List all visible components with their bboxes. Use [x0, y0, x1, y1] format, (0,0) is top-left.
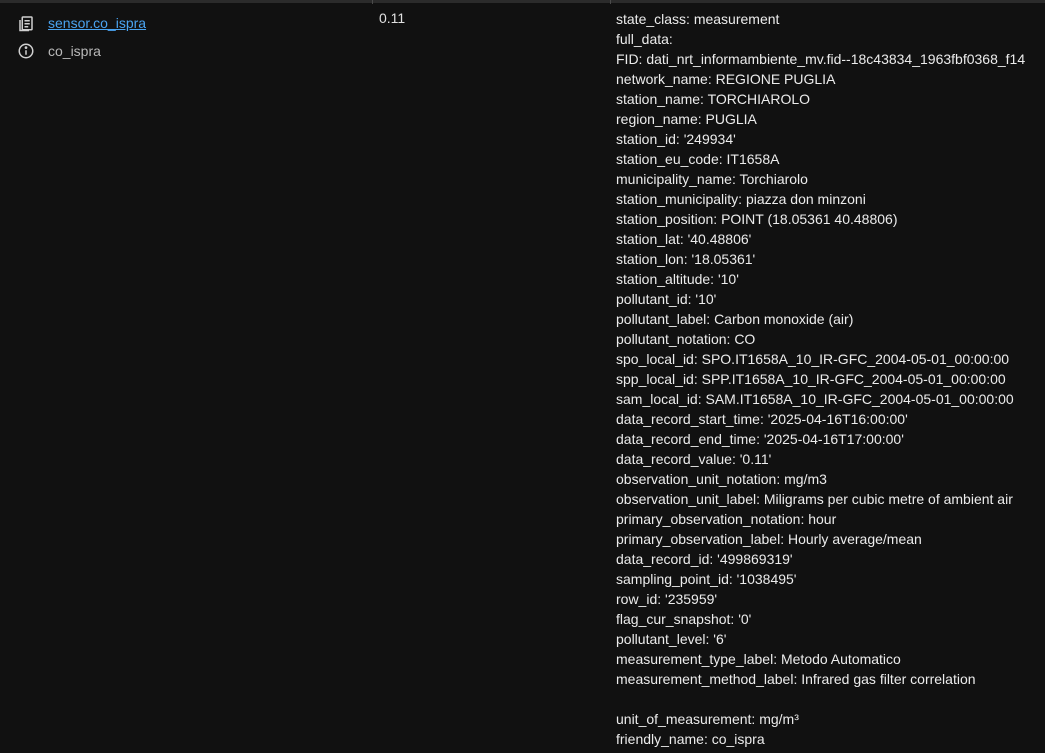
attribute-line: sam_local_id: SAM.IT1658A_10_IR-GFC_2004…	[616, 391, 1014, 407]
information-outline-icon[interactable]	[16, 41, 36, 61]
attribute-line: data_record_id: '499869319'	[616, 551, 793, 567]
friendly-name-row: co_ispra	[16, 40, 356, 62]
attribute-line: pollutant_level: '6'	[616, 631, 727, 647]
attribute-line: observation_unit_notation: mg/m3	[616, 471, 827, 487]
attribute-line: data_record_value: '0.11'	[616, 451, 772, 467]
entity-cell: sensor.co_ispra co_ispra	[16, 12, 356, 68]
attribute-line: data_record_start_time: '2025-04-16T16:0…	[616, 411, 908, 427]
attribute-line: primary_observation_label: Hourly averag…	[616, 531, 922, 547]
attribute-line: data_record_end_time: '2025-04-16T17:00:…	[616, 431, 904, 447]
attributes-cell: state_class: measurement full_data: FID: d…	[616, 9, 1045, 749]
attribute-line: sampling_point_id: '1038495'	[616, 571, 797, 587]
table-top-border	[0, 0, 1045, 3]
attribute-line: region_name: PUGLIA	[616, 111, 757, 127]
attribute-line: station_altitude: '10'	[616, 271, 739, 287]
attribute-line: station_lon: '18.05361'	[616, 251, 756, 267]
column-divider	[372, 0, 373, 4]
column-divider	[610, 0, 611, 4]
attribute-line: network_name: REGIONE PUGLIA	[616, 71, 836, 87]
attribute-line: unit_of_measurement: mg/m³	[616, 711, 799, 727]
entity-id-link[interactable]: sensor.co_ispra	[48, 15, 146, 31]
clipboard-list-icon	[16, 13, 36, 33]
attribute-line: full_data:	[616, 31, 673, 47]
attribute-line: pollutant_notation: CO	[616, 331, 756, 347]
friendly-name: co_ispra	[48, 43, 101, 59]
attribute-line: spp_local_id: SPP.IT1658A_10_IR-GFC_2004…	[616, 371, 1006, 387]
attribute-line: municipality_name: Torchiarolo	[616, 171, 808, 187]
attribute-line: state_class: measurement	[616, 11, 780, 27]
attribute-line: FID: dati_nrt_informambiente_mv.fid--18c…	[616, 51, 1026, 67]
attribute-line: observation_unit_label: Miligrams per cu…	[616, 491, 1013, 507]
attribute-line: pollutant_label: Carbon monoxide (air)	[616, 311, 854, 327]
entity-id-row: sensor.co_ispra	[16, 12, 356, 34]
attribute-line: station_eu_code: IT1658A	[616, 151, 780, 167]
attribute-line: station_lat: '40.48806'	[616, 231, 752, 247]
attribute-line: row_id: '235959'	[616, 591, 718, 607]
attribute-line: pollutant_id: '10'	[616, 291, 717, 307]
attribute-line: station_municipality: piazza don minzoni	[616, 191, 866, 207]
attribute-line: measurement_type_label: Metodo Automatic…	[616, 651, 901, 667]
state-value: 0.11	[379, 10, 406, 26]
attribute-line: friendly_name: co_ispra	[616, 731, 765, 747]
attribute-line: station_position: POINT (18.05361 40.488…	[616, 211, 898, 227]
attribute-line: station_id: '249934'	[616, 131, 736, 147]
attribute-line: flag_cur_snapshot: '0'	[616, 611, 752, 627]
attribute-line: measurement_method_label: Infrared gas f…	[616, 671, 976, 687]
attribute-line: station_name: TORCHIAROLO	[616, 91, 811, 107]
attribute-line: primary_observation_notation: hour	[616, 511, 837, 527]
attribute-spacer	[616, 689, 1045, 709]
attribute-line: spo_local_id: SPO.IT1658A_10_IR-GFC_2004…	[616, 351, 1010, 367]
